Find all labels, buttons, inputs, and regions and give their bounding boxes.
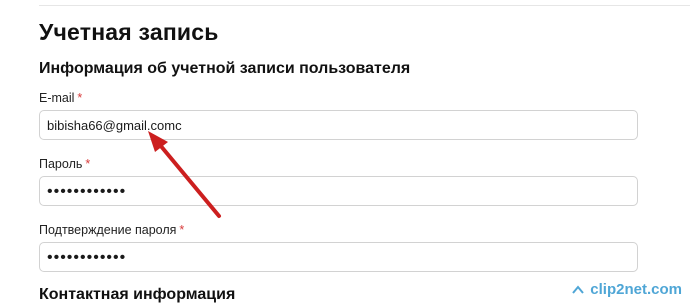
password-field-value: •••••••••••• — [47, 183, 127, 200]
page-title: Учетная запись — [39, 19, 219, 45]
required-marker: * — [77, 91, 83, 105]
password-field[interactable]: •••••••••••• — [39, 176, 638, 206]
password-confirm-field[interactable]: •••••••••••• — [39, 242, 638, 272]
password-confirm-label-text: Подтверждение пароля — [39, 223, 177, 237]
password-confirm-label: Подтверждение пароля * — [39, 223, 184, 237]
watermark: clip2net.com — [571, 281, 682, 298]
section-title: Информация об учетной записи пользовател… — [39, 60, 411, 77]
email-label: E-mail * — [39, 91, 82, 105]
email-label-text: E-mail — [39, 91, 75, 105]
password-label-text: Пароль — [39, 157, 83, 171]
email-field-value: bibisha66@gmail.comc — [47, 117, 182, 133]
watermark-text: clip2net.com — [590, 281, 682, 298]
contact-section-title: Контактная информация — [39, 286, 236, 303]
email-field[interactable]: bibisha66@gmail.comc — [39, 110, 638, 140]
top-divider — [39, 5, 690, 6]
required-marker: * — [85, 157, 91, 171]
password-confirm-field-value: •••••••••••• — [47, 249, 127, 266]
required-marker: * — [179, 223, 185, 237]
clip-icon — [572, 284, 585, 294]
password-label: Пароль * — [39, 157, 90, 171]
